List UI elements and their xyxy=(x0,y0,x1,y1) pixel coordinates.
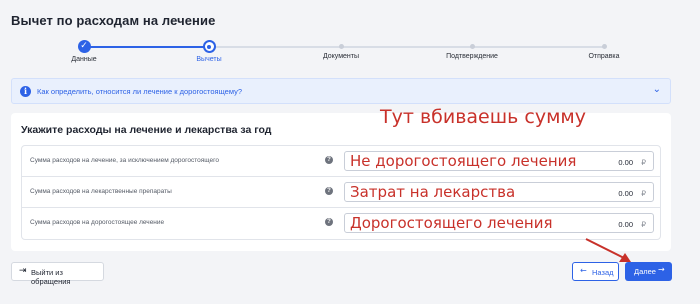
back-button[interactable]: ← Назад xyxy=(572,262,619,281)
expenses-card: Укажите расходы на лечение и лекарства з… xyxy=(11,113,671,251)
handwritten-hint: Затрат на лекарства xyxy=(350,183,516,201)
help-icon[interactable]: ? xyxy=(325,218,333,226)
expensive-treatment-info-accordion[interactable]: i Как определить, относится ли лечение к… xyxy=(11,78,671,104)
chevron-down-icon[interactable]: ⌄ xyxy=(653,84,661,95)
step-sending: Отправка xyxy=(544,36,664,60)
arrow-right-icon: → xyxy=(658,265,665,274)
expense-row-medicines: Сумма расходов на лекарственные препарат… xyxy=(22,177,660,208)
step-confirmation: Подтверждение xyxy=(412,36,532,60)
exit-appeal-button[interactable]: ⇥ Выйти из обращения xyxy=(11,262,104,286)
expense-row-treatment: Сумма расходов на лечение, за исключение… xyxy=(22,146,660,177)
step-label: Документы xyxy=(322,53,360,60)
expense-label: Сумма расходов на дорогостоящее лечение xyxy=(30,219,165,226)
help-icon[interactable]: ? xyxy=(325,187,333,195)
next-button-label: Далее xyxy=(634,267,656,276)
expenses-list: Сумма расходов на лечение, за исключение… xyxy=(21,145,661,240)
expense-label: Сумма расходов на лекарственные препарат… xyxy=(30,188,172,195)
exit-button-label: Выйти из обращения xyxy=(31,268,71,286)
back-button-label: Назад xyxy=(592,268,614,277)
ruble-icon: ₽ xyxy=(641,220,646,229)
info-icon: i xyxy=(20,86,31,97)
help-icon[interactable]: ? xyxy=(325,156,333,164)
info-accordion-text: Как определить, относится ли лечение к д… xyxy=(37,87,242,96)
step-label: Отправка xyxy=(588,53,620,60)
active-step-icon xyxy=(202,40,216,53)
amount-value: 0.00 xyxy=(618,220,633,229)
ruble-icon: ₽ xyxy=(641,189,646,198)
amount-value: 0.00 xyxy=(618,189,633,198)
expenses-title: Укажите расходы на лечение и лекарства з… xyxy=(21,124,272,136)
step-documents: Документы xyxy=(281,36,401,60)
pending-step-icon xyxy=(338,44,344,49)
expense-row-expensive-treatment: Сумма расходов на дорогостоящее лечение … xyxy=(22,208,660,239)
step-label: Данные xyxy=(71,56,97,63)
handwritten-hint: Не дорогостоящего лечения xyxy=(350,152,577,170)
page-title: Вычет по расходам на лечение xyxy=(11,13,216,28)
step-data[interactable]: ✓ Данные xyxy=(24,36,144,63)
handwritten-hint: Дорогостоящего лечения xyxy=(350,214,553,232)
check-icon: ✓ xyxy=(77,40,91,53)
annotation-text: Тут вбиваешь сумму xyxy=(380,106,586,128)
ruble-icon: ₽ xyxy=(641,158,646,167)
arrow-left-icon: ← xyxy=(580,266,587,275)
expense-label: Сумма расходов на лечение, за исключение… xyxy=(30,157,220,164)
pending-step-icon xyxy=(469,44,475,49)
exit-icon: ⇥ xyxy=(19,266,27,276)
step-label: Подтверждение xyxy=(446,53,498,60)
next-button[interactable]: Далее → xyxy=(625,262,672,281)
medicines-amount-input[interactable]: Затрат на лекарства 0.00 ₽ xyxy=(344,182,654,202)
treatment-amount-input[interactable]: Не дорогостоящего лечения 0.00 ₽ xyxy=(344,151,654,171)
amount-value: 0.00 xyxy=(618,158,633,167)
expensive-treatment-amount-input[interactable]: Дорогостоящего лечения 0.00 ₽ xyxy=(344,213,654,233)
pending-step-icon xyxy=(601,44,607,49)
step-deductions[interactable]: Вычеты xyxy=(149,36,269,63)
progress-stepper: ✓ Данные Вычеты Документы Подтверждение … xyxy=(0,36,700,68)
step-label: Вычеты xyxy=(196,56,222,63)
